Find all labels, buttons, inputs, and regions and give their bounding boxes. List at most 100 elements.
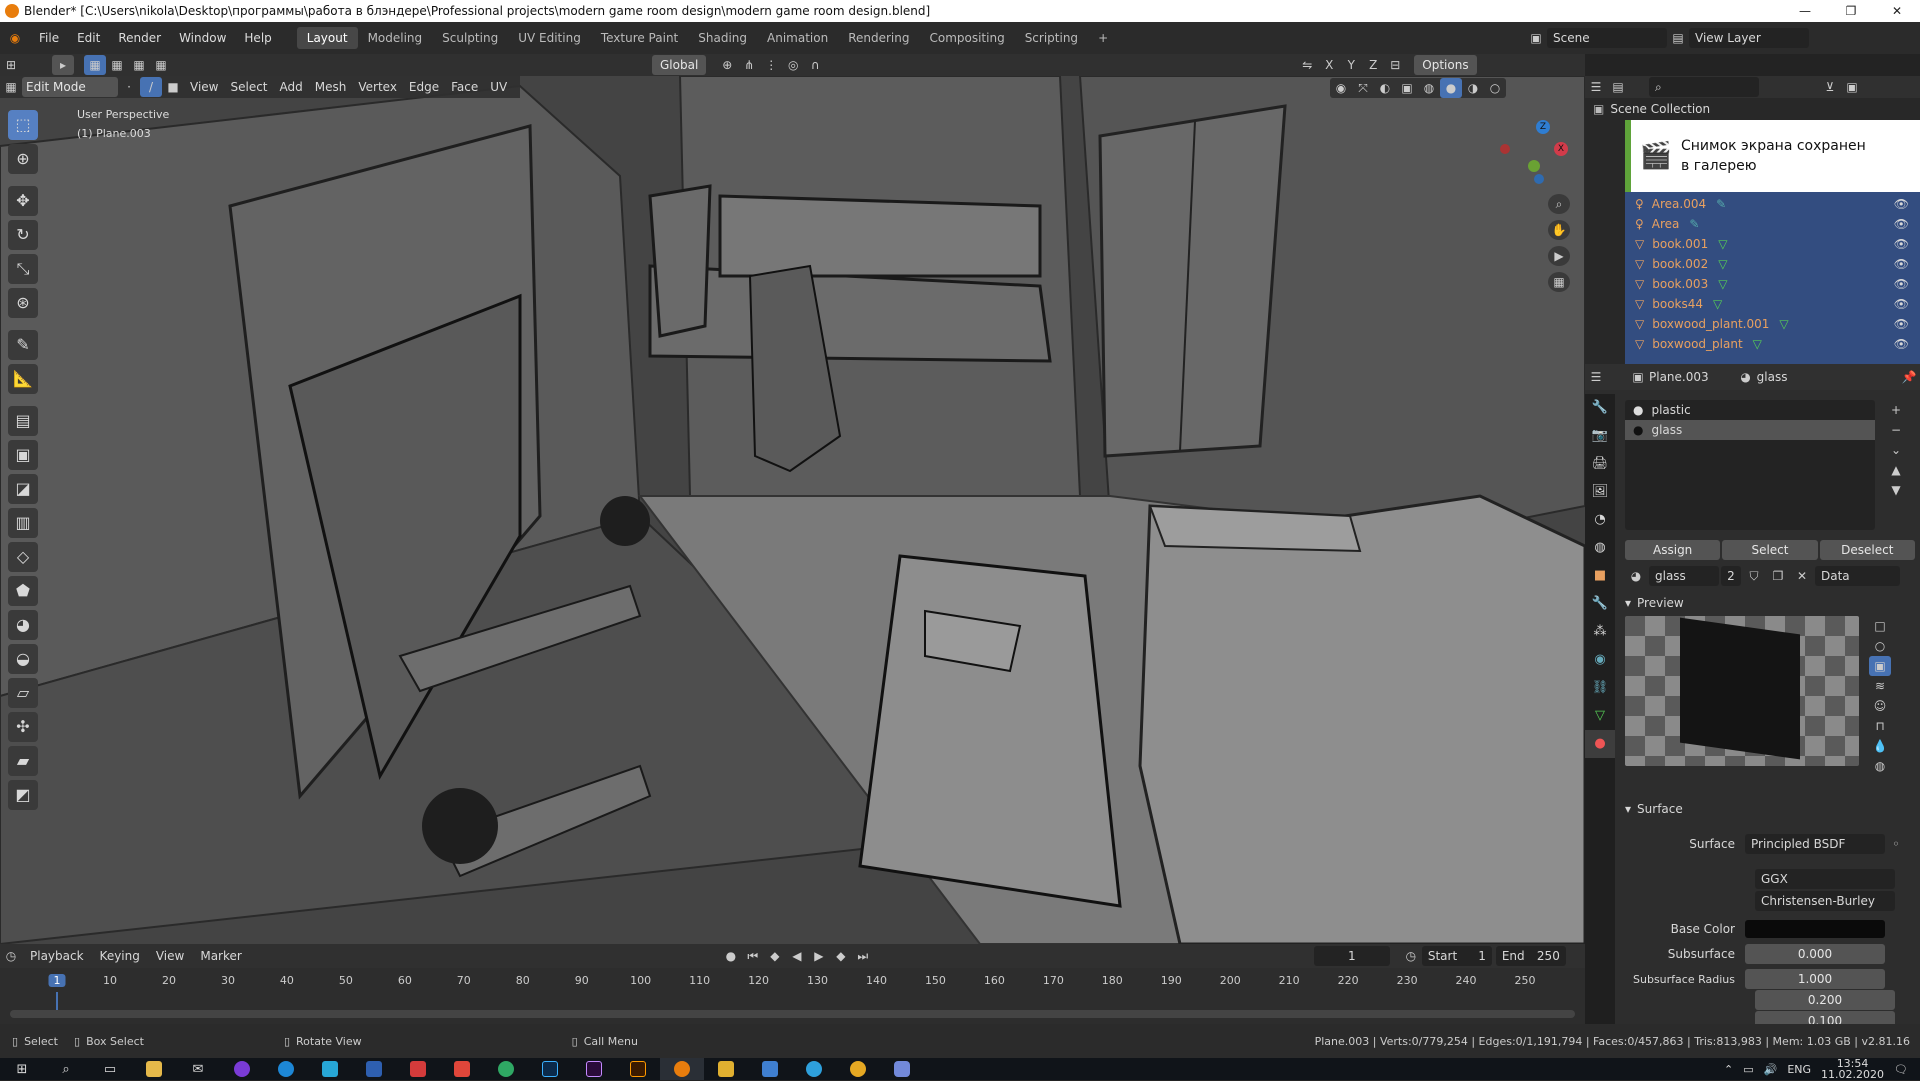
distribution-dropdown[interactable]: GGX — [1755, 869, 1895, 889]
tool-tab-icon[interactable]: 🔧 — [1585, 394, 1615, 422]
display-mode-icon[interactable]: ▤ — [1607, 77, 1629, 97]
move-down-icon[interactable]: ▼ — [1885, 480, 1907, 500]
view-layer-tab-icon[interactable]: 🖼 — [1585, 478, 1615, 506]
tool-spin[interactable]: ◕ — [8, 610, 38, 640]
tool-shear[interactable]: ▰ — [8, 746, 38, 776]
tab-modeling[interactable]: Modeling — [358, 27, 433, 49]
start-frame-field[interactable]: Start 1 — [1421, 946, 1492, 966]
tool-annotate[interactable]: ✎ — [8, 330, 38, 360]
view-layer-field[interactable]: View Layer — [1689, 28, 1809, 48]
remove-slot-icon[interactable]: − — [1885, 420, 1907, 440]
new-collection-icon[interactable]: ▣ — [1841, 77, 1863, 97]
pan-hand-icon[interactable]: ✋ — [1548, 220, 1570, 240]
radius-x-field[interactable]: 1.000 — [1745, 969, 1885, 989]
minimize-icon[interactable]: — — [1782, 0, 1828, 22]
face-select-icon[interactable]: ■ — [162, 77, 184, 97]
app-m-icon[interactable] — [704, 1058, 748, 1080]
outliner-editor-icon[interactable]: ☰ — [1585, 77, 1607, 97]
menu-playback[interactable]: Playback — [22, 949, 92, 963]
menu-file[interactable]: File — [30, 31, 68, 45]
select-tool-icon[interactable]: ▸ — [52, 55, 74, 75]
subsurface-field[interactable]: 0.000 — [1745, 944, 1885, 964]
material-users[interactable]: 2 — [1721, 566, 1741, 586]
app-play-icon[interactable] — [748, 1058, 792, 1080]
jump-start-icon[interactable]: ⏮ — [742, 946, 764, 966]
eye-icon[interactable]: 👁 — [1894, 297, 1909, 311]
material-name-field[interactable]: glass — [1649, 566, 1719, 586]
preview-cube-icon[interactable]: ▣ — [1869, 656, 1891, 676]
tool-smooth[interactable]: ◒ — [8, 644, 38, 674]
assign-button[interactable]: Assign — [1625, 540, 1721, 560]
premiere-icon[interactable] — [572, 1058, 616, 1080]
blender-menu-icon[interactable]: ◉ — [0, 31, 30, 45]
select-mode-intersect-icon[interactable]: ▦ — [150, 55, 172, 75]
volume-icon[interactable]: 🔊 — [1764, 1063, 1778, 1076]
menu-uv[interactable]: UV — [484, 80, 513, 94]
scene-icon[interactable]: ▣ — [1525, 28, 1547, 48]
tab-rendering[interactable]: Rendering — [838, 27, 919, 49]
notifications-icon[interactable]: 🗨 — [1894, 1063, 1908, 1076]
axis-x-toggle[interactable]: X — [1318, 55, 1340, 75]
maximize-icon[interactable]: ❐ — [1828, 0, 1874, 22]
keyboard-language[interactable]: ENG — [1787, 1063, 1811, 1076]
current-frame-field[interactable]: 1 — [1313, 946, 1390, 966]
network-icon[interactable]: ▭ — [1743, 1063, 1753, 1076]
app-red2-icon[interactable] — [440, 1058, 484, 1080]
tool-bevel[interactable]: ◪ — [8, 474, 38, 504]
tray-chevron-icon[interactable]: ⌃ — [1724, 1063, 1733, 1076]
app-green-icon[interactable] — [484, 1058, 528, 1080]
add-workspace-button[interactable]: + — [1088, 27, 1118, 49]
tool-rip[interactable]: ◩ — [8, 780, 38, 810]
constraints-tab-icon[interactable]: ⛓ — [1585, 674, 1615, 702]
menu-add[interactable]: Add — [274, 80, 309, 94]
pin-icon[interactable]: 📌 — [1898, 367, 1920, 387]
tab-layout[interactable]: Layout — [296, 27, 358, 49]
overlay-icon[interactable]: ◐ — [1374, 78, 1396, 98]
clock-icon[interactable]: ◷ — [1400, 946, 1422, 966]
blender-taskbar-icon[interactable] — [660, 1058, 704, 1080]
eye-icon[interactable]: 👁 — [1894, 237, 1909, 251]
task-view-icon[interactable]: ▭ — [88, 1058, 132, 1080]
menu-mesh[interactable]: Mesh — [309, 80, 353, 94]
properties-editor-icon[interactable]: ☰ — [1585, 367, 1607, 387]
outliner-item[interactable]: ▽ book.003 ▽ 👁 — [1585, 274, 1915, 294]
menu-view[interactable]: View — [184, 80, 224, 94]
ortho-grid-icon[interactable]: ▦ — [1548, 272, 1570, 292]
orientation-dropdown[interactable]: Global — [652, 55, 707, 75]
preview-plane-icon[interactable]: □ — [1869, 616, 1891, 636]
snap-icon[interactable]: ⋔ — [738, 55, 760, 75]
vertex-select-icon[interactable]: · — [118, 77, 140, 97]
tab-animation[interactable]: Animation — [757, 27, 838, 49]
tool-poly-build[interactable]: ⬟ — [8, 576, 38, 606]
preview-sphere-icon[interactable]: ○ — [1869, 636, 1891, 656]
tool-scale[interactable]: ⤡ — [8, 254, 38, 284]
tool-select-box[interactable]: ⬚ — [8, 110, 38, 140]
scene-tab-icon[interactable]: ◔ — [1585, 506, 1615, 534]
select-mode-subtract-icon[interactable]: ▦ — [128, 55, 150, 75]
output-tab-icon[interactable]: 🖨 — [1585, 450, 1615, 478]
prev-keyframe-icon[interactable]: ◆ — [764, 946, 786, 966]
outliner-item[interactable]: ♀ Area.004 ✎ 👁 — [1585, 194, 1915, 214]
zoom-icon[interactable]: ⌕ — [1548, 194, 1570, 214]
camera-view-icon[interactable]: ▶ — [1548, 246, 1570, 266]
timeline-ruler[interactable]: 1 10 20 30 40 50 60 70 80 90 100 110 120 130 140 150 160… — [0, 972, 1585, 994]
file-explorer-icon[interactable] — [132, 1058, 176, 1080]
link-socket-icon[interactable]: ◦ — [1885, 834, 1907, 854]
tool-extrude[interactable]: ▤ — [8, 406, 38, 436]
surface-shader-field[interactable]: Principled BSDF — [1745, 834, 1885, 854]
xray-icon[interactable]: ▣ — [1396, 78, 1418, 98]
move-up-icon[interactable]: ▲ — [1885, 460, 1907, 480]
app-hex-icon[interactable] — [352, 1058, 396, 1080]
tool-loop-cut[interactable]: ▥ — [8, 508, 38, 538]
tab-uv-editing[interactable]: UV Editing — [508, 27, 591, 49]
duplicate-material-icon[interactable]: ❐ — [1767, 566, 1789, 586]
sss-method-dropdown[interactable]: Christensen-Burley — [1755, 891, 1895, 911]
app-s-icon[interactable] — [308, 1058, 352, 1080]
modifier-tab-icon[interactable]: 🔧 — [1585, 590, 1615, 618]
tool-cursor[interactable]: ⊕ — [8, 144, 38, 174]
radius-z-field[interactable]: 0.100 — [1755, 1011, 1895, 1024]
outliner-item[interactable]: ▽ books44 ▽ 👁 — [1585, 294, 1915, 314]
app-purple-icon[interactable] — [220, 1058, 264, 1080]
falloff-icon[interactable]: ∩ — [804, 55, 826, 75]
discord-icon[interactable] — [880, 1058, 924, 1080]
